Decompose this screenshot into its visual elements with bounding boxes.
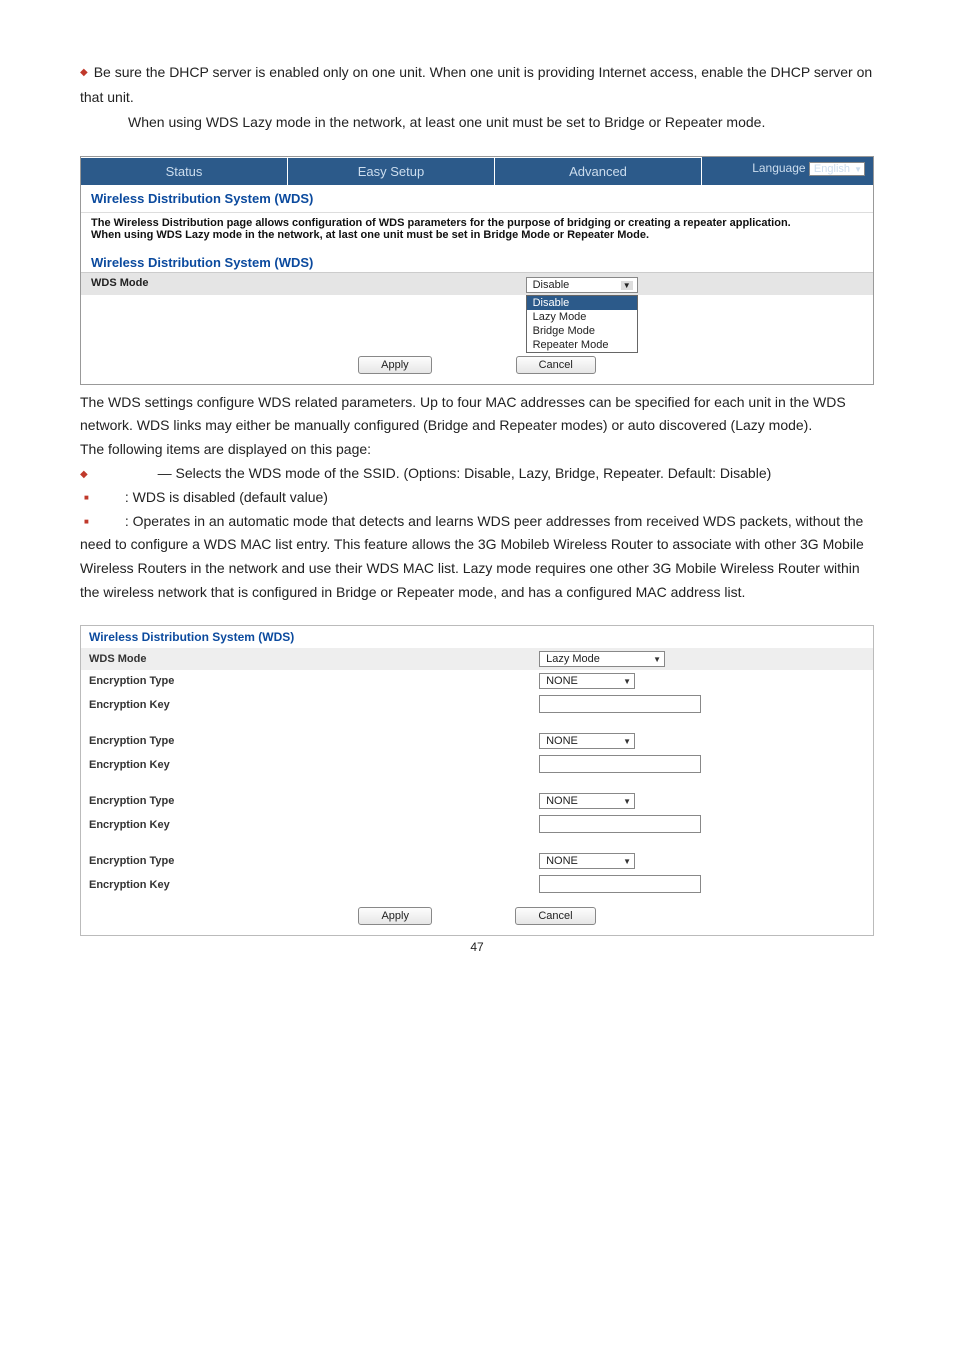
encryption-type-label: Encryption Type <box>89 855 539 867</box>
encryption-type-label: Encryption Type <box>89 735 539 747</box>
encryption-type-label: Encryption Type <box>89 795 539 807</box>
help-text: The Wireless Distribution page allows co… <box>81 213 873 251</box>
mid-paragraph-2: The following items are displayed on thi… <box>80 438 874 462</box>
page-number: 47 <box>80 940 874 954</box>
square-bullet-icon: ■ <box>84 493 89 502</box>
intro-text: Be sure the DHCP server is enabled only … <box>80 64 872 105</box>
wds-mode-option-lazy[interactable]: Lazy Mode <box>527 310 637 324</box>
encryption-key-label: Encryption Key <box>89 879 539 891</box>
tab-status[interactable]: Status <box>81 157 288 185</box>
section-title-2: Wireless Distribution System (WDS) <box>81 251 873 272</box>
wds-mode-dropdown-list: Disable Lazy Mode Bridge Mode Repeater M… <box>526 295 638 353</box>
wds-mode-option-repeater[interactable]: Repeater Mode <box>527 338 637 352</box>
encryption-key-input[interactable] <box>539 875 701 893</box>
apply-button[interactable]: Apply <box>358 907 432 925</box>
wds-panel-title: Wireless Distribution System (WDS) <box>81 626 873 648</box>
language-cell: Language English <box>702 157 873 185</box>
wds-mode-option-bridge[interactable]: Bridge Mode <box>527 324 637 338</box>
intro-text-2: When using WDS Lazy mode in the network,… <box>80 110 874 135</box>
encryption-type-select[interactable]: NONE <box>539 673 635 689</box>
mid-paragraph-1: The WDS settings configure WDS related p… <box>80 391 874 439</box>
wds-mode-select[interactable]: Disable Disable Lazy Mode Bridge Mode Re… <box>526 277 638 293</box>
language-select[interactable]: English <box>809 162 865 176</box>
encryption-key-input[interactable] <box>539 755 701 773</box>
encryption-key-input[interactable] <box>539 695 701 713</box>
encryption-type-select[interactable]: NONE <box>539 793 635 809</box>
list-item-3: : Operates in an automatic mode that det… <box>80 513 864 600</box>
encryption-key-label: Encryption Key <box>89 759 539 771</box>
encryption-key-label: Encryption Key <box>89 819 539 831</box>
cancel-button[interactable]: Cancel <box>516 356 596 374</box>
section-title: Wireless Distribution System (WDS) <box>81 185 873 213</box>
bullet-icon: ◆ <box>80 67 88 78</box>
tab-advanced[interactable]: Advanced <box>495 157 702 185</box>
list-item-1: — Selects the WDS mode of the SSID. (Opt… <box>154 465 772 481</box>
encryption-type-label: Encryption Type <box>89 675 539 687</box>
wds-mode-label: WDS Mode <box>81 273 526 295</box>
router-panel-2: Wireless Distribution System (WDS) WDS M… <box>80 625 874 936</box>
encryption-key-label: Encryption Key <box>89 699 539 711</box>
apply-button[interactable]: Apply <box>358 356 432 374</box>
wds-mode-option-disable[interactable]: Disable <box>527 296 637 310</box>
language-label: Language <box>752 161 805 175</box>
wds-mode-label: WDS Mode <box>89 653 539 665</box>
encryption-type-select[interactable]: NONE <box>539 733 635 749</box>
square-bullet-icon: ■ <box>84 517 89 526</box>
encryption-type-select[interactable]: NONE <box>539 853 635 869</box>
wds-mode-select[interactable]: Lazy Mode <box>539 651 665 667</box>
list-item-2: : WDS is disabled (default value) <box>125 489 328 505</box>
router-panel-1: Status Easy Setup Advanced Language Engl… <box>80 156 874 385</box>
bullet-icon: ◆ <box>80 469 88 480</box>
cancel-button[interactable]: Cancel <box>515 907 595 925</box>
encryption-key-input[interactable] <box>539 815 701 833</box>
tab-easy-setup[interactable]: Easy Setup <box>288 157 495 185</box>
